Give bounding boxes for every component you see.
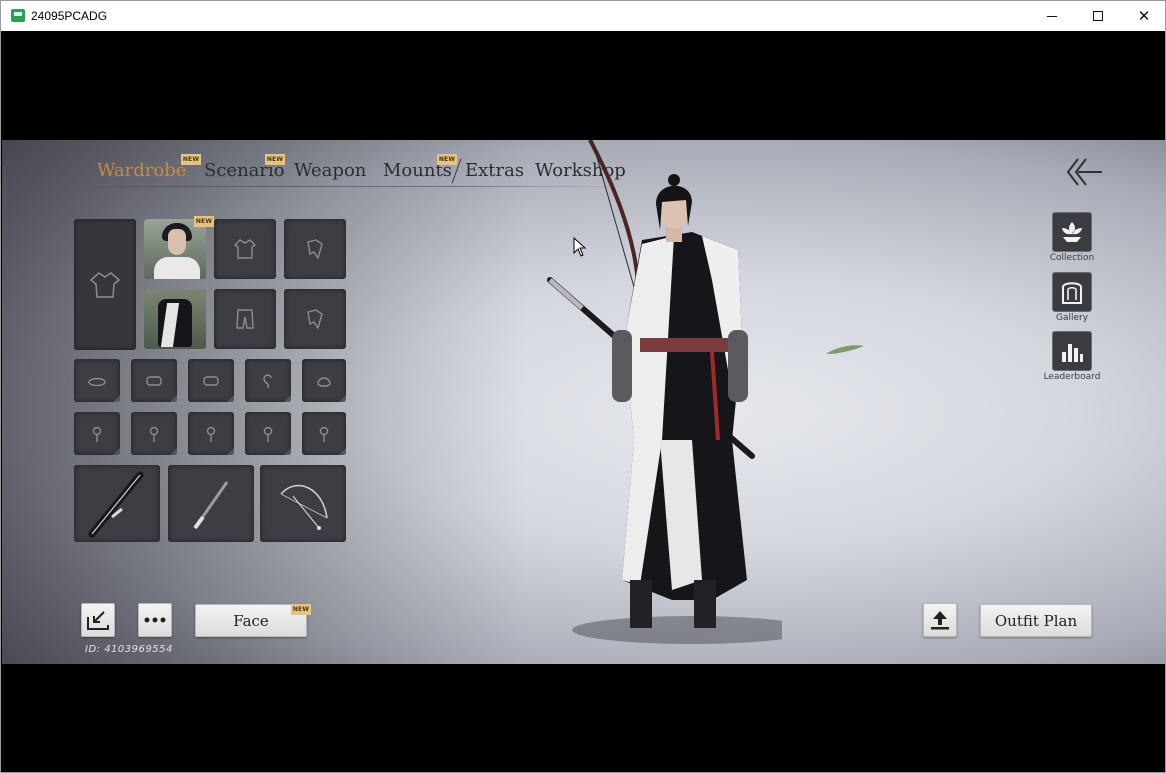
accessory-slot[interactable] [245, 359, 291, 402]
ornament-slot[interactable] [302, 412, 346, 455]
share-button[interactable] [923, 603, 957, 637]
export-button[interactable] [81, 603, 115, 637]
app-icon [11, 9, 25, 22]
leaderboard-button[interactable] [1052, 331, 1092, 371]
pants-icon [236, 309, 254, 329]
accessory-slot[interactable] [284, 289, 346, 349]
pendant-icon [149, 426, 159, 442]
mouse-cursor-icon [573, 237, 587, 257]
portrait-face [168, 229, 186, 255]
back-arrow-icon[interactable] [1064, 155, 1104, 189]
mask-icon [146, 375, 162, 386]
outfit-plan-button[interactable]: Outfit Plan [980, 604, 1092, 637]
close-icon: ✕ [1137, 7, 1151, 25]
new-badge: NEW [437, 154, 457, 165]
sword-icon [88, 471, 144, 537]
pendant-icon [92, 426, 102, 442]
character-model [547, 140, 782, 644]
leaderboard-label: Leaderboard [1043, 372, 1101, 382]
ellipsis-icon [144, 617, 166, 623]
collection-button[interactable] [1052, 212, 1092, 252]
jacket-icon [233, 239, 257, 259]
new-badge: NEW [291, 604, 311, 615]
tab-wardrobe[interactable]: Wardrobe [97, 160, 186, 181]
accessory-slot[interactable] [188, 359, 234, 402]
maximize-button[interactable] [1075, 1, 1121, 31]
new-badge: NEW [265, 154, 285, 165]
hairstyle-thumbnail [144, 219, 206, 279]
weapon-slot-blade[interactable] [168, 465, 254, 542]
lotus-icon [1062, 222, 1082, 242]
outfit-thumbnail [144, 289, 206, 349]
robe-icon [90, 271, 120, 298]
hat-icon [88, 377, 106, 386]
tab-extras[interactable]: Extras [465, 160, 524, 181]
ornament-slot[interactable] [74, 412, 120, 455]
hairstyle-slot[interactable] [144, 219, 206, 279]
frame-edge [4, 160, 14, 240]
accessory-slot[interactable] [302, 359, 346, 402]
pendant-icon [319, 426, 329, 442]
app-window: 24095PCADG ✕ Wardrobe NEW Scenario NEW W… [0, 0, 1166, 773]
new-badge: NEW [181, 154, 201, 165]
accessory-slot[interactable] [131, 359, 177, 402]
weapon-slot-bow[interactable] [260, 465, 346, 542]
pendant-icon [263, 426, 273, 442]
helmet-icon [317, 376, 331, 387]
ornament-slot[interactable] [245, 412, 291, 455]
cape-icon [307, 239, 323, 260]
maximize-icon [1093, 11, 1103, 21]
gallery-icon [1062, 282, 1082, 304]
game-viewport: Wardrobe NEW Scenario NEW Weapon Mounts … [2, 140, 1166, 664]
download-arrow-icon [87, 611, 109, 630]
tab-weapon[interactable]: Weapon [294, 160, 366, 181]
pendant-icon [206, 426, 216, 442]
top-slot[interactable] [214, 219, 276, 279]
portrait-body [154, 257, 200, 279]
minimize-button[interactable] [1029, 1, 1075, 31]
window-title: 24095PCADG [31, 9, 108, 23]
pants-slot[interactable] [214, 289, 276, 349]
title-bar: 24095PCADG ✕ [1, 1, 1165, 31]
collection-label: Collection [1049, 253, 1095, 263]
weapon-slot-sword[interactable] [74, 465, 160, 542]
more-options-button[interactable] [138, 603, 172, 637]
tab-label: Weapon [294, 160, 367, 181]
accessory-slot[interactable] [74, 359, 120, 402]
outfit-slot[interactable] [74, 219, 136, 350]
body-slot[interactable] [144, 289, 206, 349]
bar-chart-icon [1062, 344, 1083, 362]
gallery-label: Gallery [1055, 313, 1089, 323]
ornament-slot[interactable] [131, 412, 177, 455]
bow-icon [280, 484, 328, 530]
gallery-button[interactable] [1052, 272, 1092, 312]
mask-icon [203, 375, 219, 386]
tab-label: Extras [465, 160, 525, 181]
blade-icon [193, 480, 229, 529]
cape-icon [307, 309, 323, 330]
player-id: ID: 4103969554 [85, 644, 173, 655]
earring-icon [263, 373, 272, 388]
new-badge: NEW [194, 216, 214, 227]
minimize-icon [1047, 15, 1057, 17]
tab-label: Wardrobe [97, 160, 187, 181]
ornament-slot[interactable] [188, 412, 234, 455]
cape-slot[interactable] [284, 219, 346, 279]
close-button[interactable]: ✕ [1121, 1, 1166, 31]
leaf-icon [826, 345, 864, 354]
upload-icon [931, 611, 949, 630]
